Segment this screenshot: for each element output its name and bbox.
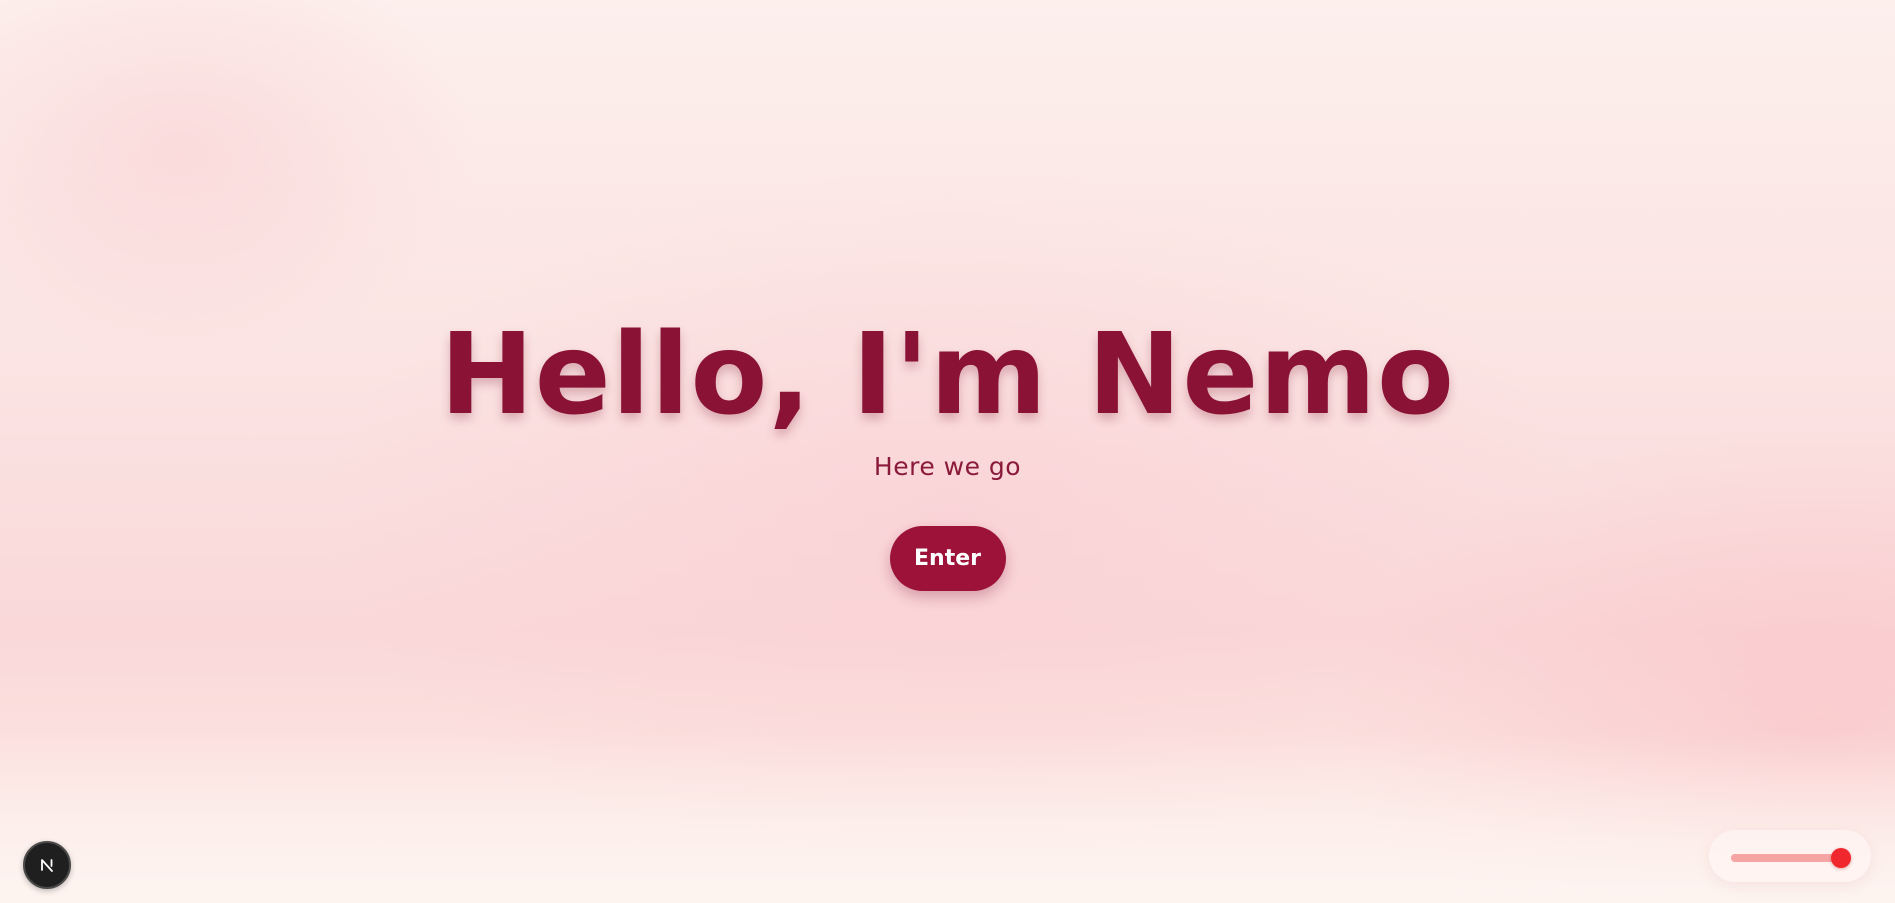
background-bottom-fade	[0, 733, 1895, 903]
hero-title: Hello, I'm Nemo	[440, 310, 1455, 440]
hero-subtitle: Here we go	[873, 452, 1022, 481]
nextjs-dev-badge[interactable]	[23, 841, 71, 889]
volume-slider-thumb[interactable]	[1831, 848, 1852, 868]
volume-control	[1709, 830, 1871, 882]
enter-button[interactable]: Enter	[889, 526, 1006, 591]
volume-slider-fill	[1731, 854, 1842, 862]
nextjs-logo-icon	[41, 859, 53, 872]
hero-section: Hello, I'm Nemo Here we go Enter	[0, 310, 1895, 591]
